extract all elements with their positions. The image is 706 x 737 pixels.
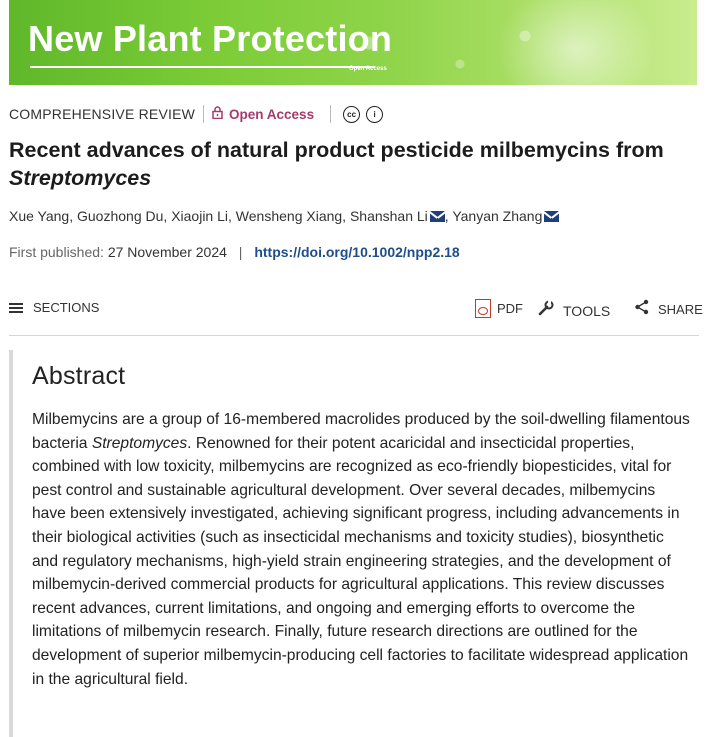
pdf-button[interactable]: PDF: [475, 299, 523, 318]
abstract-text-italic: Streptomyces: [91, 434, 188, 452]
author-name[interactable]: Guozhong Du: [77, 208, 163, 224]
share-icon: [634, 299, 650, 320]
toolbar-divider: [9, 335, 699, 336]
sections-label: SECTIONS: [33, 300, 100, 315]
wrench-icon: [537, 299, 555, 322]
author-name[interactable]: Shanshan Li: [350, 208, 428, 224]
pdf-label: PDF: [497, 301, 523, 316]
abstract-section: Abstract Milbemycins are a group of 16-m…: [9, 350, 699, 737]
doi-link[interactable]: https://doi.org/10.1002/npp2.18: [254, 244, 459, 260]
abstract-text: Milbemycins are a group of 16-membered m…: [32, 408, 692, 691]
author-list: Xue Yang, Guozhong Du, Xiaojin Li, Wensh…: [9, 208, 560, 224]
meta-divider: [203, 105, 205, 123]
banner-open-access-label: Open Access: [349, 66, 387, 72]
abstract-heading: Abstract: [32, 362, 126, 390]
meta-divider: [330, 105, 332, 123]
article-title: Recent advances of natural product pesti…: [9, 136, 699, 192]
author-name[interactable]: Xiaojin Li: [171, 208, 228, 224]
abstract-text-part2: . Renowned for their potent acaricidal a…: [32, 434, 689, 688]
published-date: 27 November 2024: [107, 244, 227, 260]
journal-title: New Plant Protection: [28, 18, 393, 59]
article-meta-row: COMPREHENSIVE REVIEW Open Access cc i: [9, 104, 384, 124]
share-button[interactable]: SHARE: [634, 299, 703, 320]
author-name[interactable]: Xue Yang: [9, 208, 69, 224]
list-icon: [9, 301, 23, 315]
published-separator: |: [238, 244, 243, 260]
pdf-icon: [475, 299, 491, 318]
tools-button[interactable]: TOOLS: [537, 299, 610, 322]
journal-banner[interactable]: New Plant Protection Open Access: [9, 0, 697, 85]
author-name[interactable]: Yanyan Zhang: [452, 208, 542, 224]
cc-icon[interactable]: cc: [343, 105, 361, 123]
article-type: COMPREHENSIVE REVIEW: [9, 106, 196, 122]
attribution-icon[interactable]: i: [366, 105, 384, 123]
email-icon[interactable]: [429, 211, 445, 222]
article-title-main: Recent advances of natural product pesti…: [9, 138, 664, 162]
lock-icon: [212, 106, 223, 122]
article-title-italic: Streptomyces: [9, 166, 152, 190]
open-access-label[interactable]: Open Access: [229, 107, 314, 122]
publication-info: First published: 27 November 2024 | http…: [9, 244, 460, 260]
tools-label: TOOLS: [563, 302, 611, 319]
share-label: SHARE: [658, 302, 703, 317]
banner-rule: [30, 66, 375, 68]
article-toolbar: SECTIONS PDF TOOLS SHARE: [9, 297, 703, 322]
published-label: First published:: [9, 244, 104, 260]
sections-button[interactable]: SECTIONS: [9, 300, 99, 315]
author-name[interactable]: Wensheng Xiang: [236, 208, 342, 224]
email-icon[interactable]: [544, 211, 560, 222]
